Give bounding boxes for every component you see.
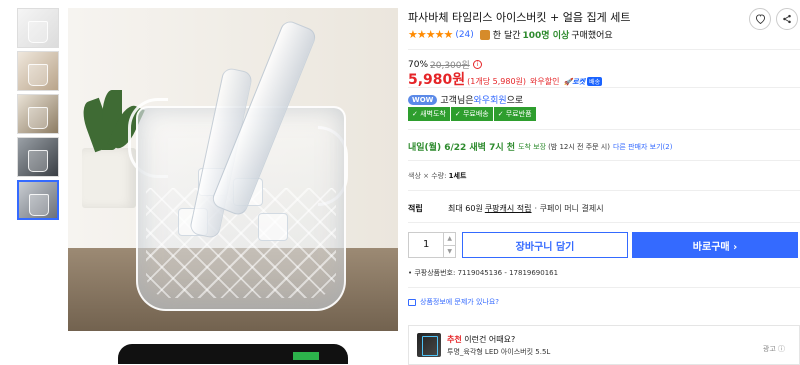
recommended-item-name: 투명_육각형 LED 아이스버킷 5.5L <box>447 347 551 356</box>
divider <box>408 129 800 130</box>
option-value: 1세트 <box>448 172 467 180</box>
rocket-delivery-icon: 🚀로켓 <box>563 78 586 86</box>
price-row: 5,980원 (1개당 5,980원) 와우할인 🚀로켓 배송 <box>408 69 603 89</box>
quantity-decrease-button[interactable]: ▼ <box>444 246 455 258</box>
quantity-stepper: 1 ▲ ▼ <box>408 232 456 258</box>
product-title: 파사바체 타임리스 아이스버킷 + 얼음 집게 세트 <box>408 11 631 24</box>
delivery-note: (밤 12시 전 주문 시) <box>548 142 610 151</box>
review-count-link[interactable]: (24) <box>455 30 473 40</box>
coupay-text: · 쿠페이 머니 결제시 <box>534 204 604 213</box>
heart-icon <box>755 14 765 24</box>
recommended-item-thumbnail <box>417 333 441 357</box>
thumbnail-list <box>17 8 59 223</box>
thumbnail-3[interactable] <box>17 94 59 134</box>
discount-rate: 70% <box>408 59 429 70</box>
ad-label: 광고 ⓘ <box>762 345 785 353</box>
divider <box>408 287 800 288</box>
share-button[interactable] <box>776 8 798 30</box>
delivery-info: 내일(월) 6/22 새벽 7시 천 도착 보장 (밤 12시 전 주문 시) … <box>408 140 672 154</box>
wow-benefits: ✓ 새벽도착 ✓ 무료배송 ✓ 무료반품 <box>408 107 537 121</box>
info-icon[interactable]: i <box>472 60 482 69</box>
thumbnail-5[interactable] <box>17 180 59 220</box>
message-icon <box>408 298 416 306</box>
report-issue-link[interactable]: 상품정보에 문제가 있나요? <box>408 297 499 307</box>
wishlist-button[interactable] <box>749 8 771 30</box>
benefit-free-shipping: ✓ 무료배송 <box>450 107 493 121</box>
share-icon <box>783 14 791 24</box>
benefit-dawn-delivery: ✓ 새벽도착 <box>408 107 450 121</box>
wow-member-link[interactable]: 와우회원 <box>474 93 507 106</box>
wow-discount-label: 와우할인 <box>530 77 560 86</box>
bought-count: 한 달간 100명 이상 구매했어요 <box>479 28 613 41</box>
unit-price: (1개당 5,980원) <box>467 77 527 86</box>
quantity-increase-button[interactable]: ▲ <box>444 233 455 246</box>
wow-member-row: WOW 고객님은 와우회원 으로 <box>408 93 523 106</box>
divider <box>408 87 800 88</box>
sale-price: 5,980원 <box>408 72 466 88</box>
delivery-date: 내일(월) 6/22 새벽 7시 천 <box>408 143 516 153</box>
option-selection: 색상 × 수량: 1세트 <box>408 172 467 180</box>
recommendation-box[interactable]: 추천 이런건 어때요? 투명_육각형 LED 아이스버킷 5.5L 광고 ⓘ <box>408 325 800 365</box>
benefit-free-return: ✓ 무료반품 <box>493 107 536 121</box>
thumbnail-2[interactable] <box>17 51 59 91</box>
divider <box>408 190 800 191</box>
rating-stars: ★★★★★ <box>408 28 453 41</box>
divider <box>408 49 800 50</box>
product-info-panel: 파사바체 타임리스 아이스버킷 + 얼음 집게 세트 ★★★★★ (24) 한 … <box>408 0 800 365</box>
recommend-highlight: 추천 <box>447 334 462 344</box>
points-text: 최대 60원 <box>448 204 483 213</box>
points-label: 적립 <box>408 204 423 213</box>
buy-now-button[interactable]: 바로구매 › <box>632 232 798 258</box>
quantity-input[interactable]: 1 <box>409 233 443 257</box>
add-to-cart-button[interactable]: 장바구니 담기 <box>462 232 628 258</box>
thumbnail-4[interactable] <box>17 137 59 177</box>
rating-row: ★★★★★ (24) 한 달간 100명 이상 구매했어요 <box>408 28 613 41</box>
rocket-badge: 배송 <box>587 77 603 86</box>
bottom-floating-bar <box>118 344 348 364</box>
main-product-image <box>68 8 398 331</box>
divider <box>408 222 800 223</box>
thumbnail-1[interactable] <box>17 8 59 48</box>
coupang-cash-link[interactable]: 쿠팡캐시 적립 <box>485 203 532 214</box>
other-sellers-link[interactable]: 다른 판매자 보기(2) <box>613 142 672 152</box>
wow-badge: WOW <box>408 94 438 105</box>
product-id: • 쿠팡상품번호: 7119045136 - 17819690161 <box>408 269 559 277</box>
points-row: 적립 최대 60원 쿠팡캐시 적립 · 쿠페이 머니 결제시 <box>408 203 604 214</box>
delivery-guarantee: 도착 보장 <box>518 142 547 151</box>
shopping-bag-icon <box>479 29 490 40</box>
recommend-title: 이런건 어때요? <box>464 334 516 344</box>
divider <box>408 160 800 161</box>
